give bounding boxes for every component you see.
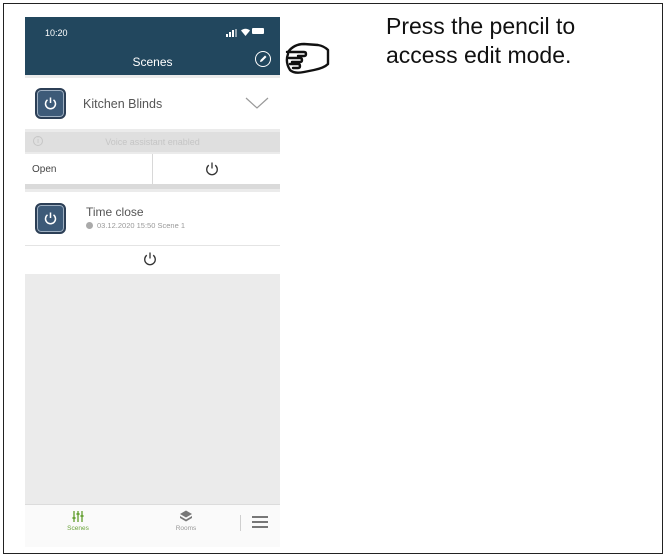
power-icon[interactable] xyxy=(204,161,220,177)
divider xyxy=(152,154,153,184)
edit-pencil-button[interactable] xyxy=(255,51,271,67)
bottom-tab-bar: Scenes Rooms xyxy=(25,504,280,547)
instruction-caption: Press the pencil to access edit mode. xyxy=(386,12,575,70)
scene-trigger-button[interactable] xyxy=(35,203,66,234)
scene-name: Kitchen Blinds xyxy=(83,97,163,111)
status-time: 10:20 xyxy=(45,28,68,38)
scene-card-time-close[interactable]: Time close 03.12.2020 15:50 Scene 1 xyxy=(25,192,280,245)
instruction-line-2: access edit mode. xyxy=(386,42,572,68)
power-icon[interactable] xyxy=(142,251,158,267)
scene-name: Time close xyxy=(86,205,144,219)
wifi-icon xyxy=(241,28,250,36)
open-action-label[interactable]: Open xyxy=(32,164,56,175)
tab-label: Rooms xyxy=(175,525,197,532)
voice-assistant-status: Voice assistant enabled xyxy=(105,137,200,147)
instruction-line-1: Press the pencil to xyxy=(386,13,576,39)
scene-action-row xyxy=(25,246,280,274)
power-icon xyxy=(44,212,57,225)
voice-assistant-bar: i Voice assistant enabled xyxy=(25,132,280,152)
scene-card-kitchen-blinds[interactable]: Kitchen Blinds xyxy=(25,78,280,129)
menu-icon[interactable] xyxy=(252,516,268,528)
page-title: Scenes xyxy=(132,55,173,69)
phone-screen: 10:20 Scenes Kitchen Blinds i Voice assi… xyxy=(25,17,280,547)
card-separator xyxy=(25,184,280,189)
tab-scenes[interactable]: Scenes xyxy=(53,509,103,532)
battery-icon xyxy=(252,28,264,34)
divider xyxy=(240,515,241,531)
scene-action-row: Open xyxy=(25,154,280,184)
pencil-icon xyxy=(260,55,267,62)
scene-schedule-text: 03.12.2020 15:50 Scene 1 xyxy=(97,221,185,230)
power-icon xyxy=(44,97,57,110)
signal-icon xyxy=(226,29,237,37)
status-icons xyxy=(226,27,264,37)
scenes-sliders-icon xyxy=(72,511,84,522)
tab-rooms[interactable]: Rooms xyxy=(161,509,211,532)
pointing-hand-icon xyxy=(285,42,330,74)
rooms-icon xyxy=(180,510,192,522)
chevron-down-icon[interactable] xyxy=(245,96,269,110)
scene-schedule: 03.12.2020 15:50 Scene 1 xyxy=(86,221,185,230)
app-header: 10:20 Scenes xyxy=(25,17,280,75)
scene-trigger-button[interactable] xyxy=(35,88,66,119)
clock-icon xyxy=(86,222,93,229)
tab-label: Scenes xyxy=(67,525,89,532)
